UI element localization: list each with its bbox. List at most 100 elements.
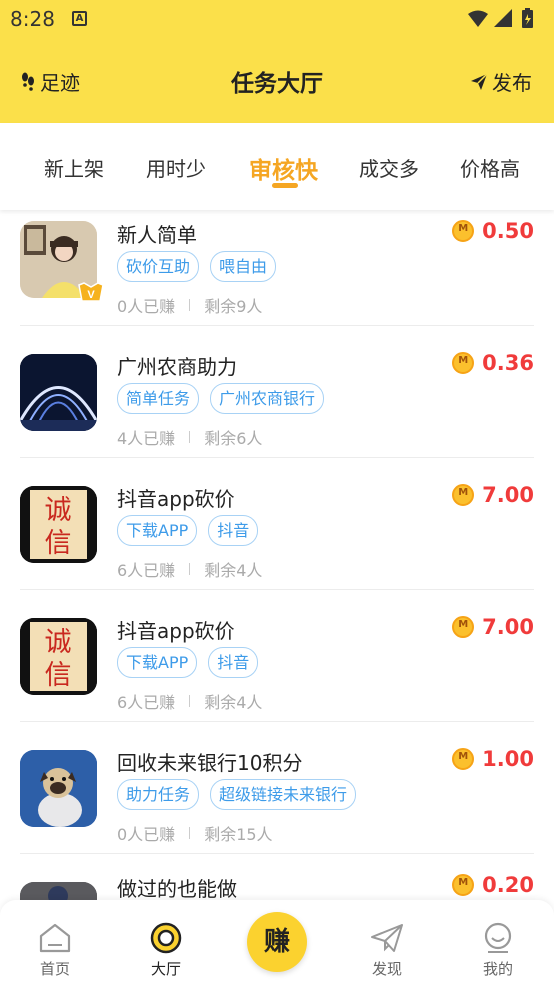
notification-icon: A	[72, 11, 87, 26]
task-title: 新人简单	[117, 223, 197, 247]
nav-mine-label: 我的	[482, 960, 513, 978]
price-value: 7.00	[482, 483, 534, 507]
task-item[interactable]: 回收未来银行10积分 M 1.00 助力任务 超级链接未来银行 0人已赚 剩余1…	[0, 722, 554, 854]
home-icon	[39, 923, 71, 953]
coin-icon: M	[452, 874, 475, 896]
nav-discover-label: 发现	[371, 960, 402, 978]
task-item[interactable]: 诚 信 抖音app砍价 M 7.00 下载APP 抖音 6人已赚 剩余4人	[0, 458, 554, 590]
task-tag: 下载APP	[117, 515, 198, 546]
status-time: 8:28	[10, 7, 55, 31]
nav-home[interactable]: 首页	[20, 922, 90, 978]
remaining-count: 剩余15人	[204, 825, 273, 844]
task-tag: 抖音	[208, 647, 259, 678]
system-status-icons	[468, 8, 533, 28]
price-value: 7.00	[482, 615, 534, 639]
task-item[interactable]: V 新人简单 M 0.50 砍价互助 喂自由 0人已赚 剩余9人	[0, 210, 554, 326]
task-tag: 下载APP	[117, 647, 198, 678]
task-title: 回收未来银行10积分	[117, 751, 303, 775]
task-thumbnail	[20, 750, 97, 827]
svg-text:V: V	[87, 289, 95, 301]
earned-count: 0人已赚	[117, 297, 176, 316]
task-price: M 0.36	[452, 351, 534, 375]
task-tags: 简单任务 广州农商银行	[117, 383, 335, 414]
earned-count: 6人已赚	[117, 561, 176, 580]
wifi-icon	[468, 10, 488, 27]
task-meta: 4人已赚 剩余6人	[117, 425, 262, 449]
price-value: 1.00	[482, 747, 534, 771]
signal-icon	[494, 9, 512, 27]
price-value: 0.20	[482, 873, 534, 897]
task-item[interactable]: 诚 信 抖音app砍价 M 7.00 下载APP 抖音 6人已赚 剩余4人	[0, 590, 554, 722]
earn-button[interactable]: 赚	[247, 912, 307, 972]
task-tags: 下载APP 抖音	[117, 515, 269, 546]
remaining-count: 剩余9人	[204, 297, 263, 316]
publish-label: 发布	[492, 71, 532, 95]
top-bar: 8:28 A 足迹 任务大厅 发布	[0, 0, 554, 123]
task-meta: 0人已赚 剩余15人	[117, 821, 273, 845]
task-thumbnail: 诚 信	[20, 618, 97, 695]
publish-button[interactable]: 发布	[470, 67, 532, 96]
meta-divider	[189, 695, 191, 707]
task-meta: 6人已赚 剩余4人	[117, 557, 262, 581]
task-tag: 喂自由	[210, 251, 277, 282]
send-icon	[471, 72, 488, 90]
task-thumbnail: 诚 信	[20, 486, 97, 563]
task-price: M 7.00	[452, 615, 534, 639]
nav-mine[interactable]: 我的	[463, 922, 533, 978]
task-tag: 超级链接未来银行	[210, 779, 357, 810]
task-price: M 0.20	[452, 873, 534, 897]
meta-divider	[189, 563, 191, 575]
svg-text:信: 信	[45, 528, 72, 559]
coin-icon: M	[452, 748, 475, 770]
tab-new[interactable]: 新上架	[44, 153, 104, 182]
price-value: 0.36	[482, 351, 534, 375]
task-tag: 广州农商银行	[210, 383, 325, 414]
remaining-count: 剩余6人	[204, 429, 263, 448]
tab-high-price[interactable]: 价格高	[460, 153, 520, 182]
task-list[interactable]: V 新人简单 M 0.50 砍价互助 喂自由 0人已赚 剩余9人 广州农商助力 …	[0, 210, 554, 900]
earned-count: 0人已赚	[117, 825, 176, 844]
tab-most-deals[interactable]: 成交多	[359, 153, 419, 182]
svg-text:信: 信	[45, 660, 72, 691]
nav-home-label: 首页	[39, 960, 70, 978]
coin-icon: M	[452, 484, 475, 506]
coin-icon: M	[452, 352, 475, 374]
task-price: M 0.50	[452, 219, 534, 243]
profile-icon	[484, 922, 512, 953]
vip-badge-icon: V	[76, 281, 106, 305]
task-tags: 砍价互助 喂自由	[117, 251, 287, 282]
svg-text:诚: 诚	[45, 495, 72, 526]
task-thumbnail	[20, 354, 97, 431]
task-meta: 6人已赚 剩余4人	[117, 689, 262, 713]
meta-divider	[189, 431, 191, 443]
remaining-count: 剩余4人	[204, 693, 263, 712]
tab-less-time[interactable]: 用时少	[146, 153, 206, 182]
task-title: 抖音app砍价	[117, 619, 235, 643]
nav-hall-label: 大厅	[150, 960, 181, 978]
task-meta: 0人已赚 剩余9人	[117, 293, 262, 317]
active-tab-indicator	[272, 183, 298, 188]
coin-icon: M	[452, 616, 475, 638]
task-tag: 抖音	[208, 515, 259, 546]
coin-icon: M	[452, 220, 475, 242]
task-item[interactable]: 做过的也能做 M 0.20	[0, 854, 554, 900]
task-title: 广州农商助力	[117, 355, 237, 379]
paper-plane-icon	[371, 924, 403, 952]
price-value: 0.50	[482, 219, 534, 243]
task-tag: 砍价互助	[117, 251, 200, 282]
status-bar: 8:28 A	[0, 0, 554, 40]
task-price: M 7.00	[452, 483, 534, 507]
nav-discover[interactable]: 发现	[352, 922, 422, 978]
earned-count: 4人已赚	[117, 429, 176, 448]
remaining-count: 剩余4人	[204, 561, 263, 580]
task-thumbnail	[20, 882, 97, 900]
task-item[interactable]: 广州农商助力 M 0.36 简单任务 广州农商银行 4人已赚 剩余6人	[0, 326, 554, 458]
task-tag: 简单任务	[117, 383, 200, 414]
tab-fast-review[interactable]: 审核快	[249, 151, 318, 185]
task-title: 做过的也能做	[117, 877, 237, 900]
task-tags: 下载APP 抖音	[117, 647, 269, 678]
nav-hall[interactable]: 大厅	[131, 922, 201, 978]
task-tag: 助力任务	[117, 779, 200, 810]
task-tags: 助力任务 超级链接未来银行	[117, 779, 367, 810]
svg-text:诚: 诚	[45, 627, 72, 658]
